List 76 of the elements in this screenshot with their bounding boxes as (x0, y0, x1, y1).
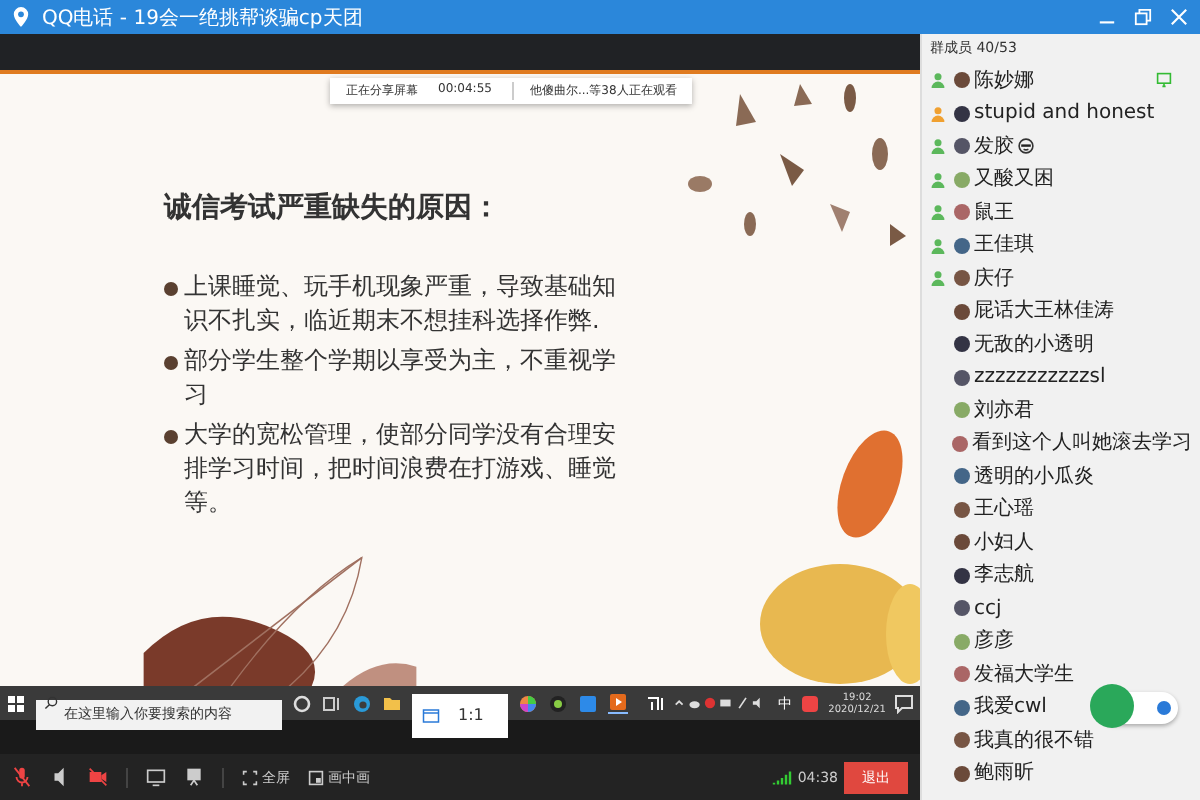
bullet-text: 部分学生整个学期以享受为主，不重视学习 (184, 344, 618, 412)
windows-start-icon[interactable] (6, 693, 26, 713)
member-item[interactable]: 看到这个人叫她滚去学习 (922, 427, 1200, 460)
member-name: 鼠王 (974, 201, 1014, 224)
play-app-icon[interactable] (608, 692, 628, 714)
close-icon[interactable] (1170, 8, 1188, 26)
color-wheel-icon[interactable] (518, 693, 538, 713)
member-item[interactable]: 彦彦 (922, 625, 1200, 658)
window-icon (422, 707, 440, 723)
member-name: 王佳琪 (974, 234, 1034, 257)
member-name: 看到这个人叫她滚去学习 (972, 432, 1192, 455)
member-name: 又酸又困 (974, 168, 1054, 191)
member-item[interactable]: zzzzzzzzzzzsl (922, 361, 1200, 394)
slide-title: 诚信考试严重缺失的原因： (164, 190, 502, 226)
member-item[interactable]: 李志航 (922, 559, 1200, 592)
member-item[interactable]: 屁话大王林佳涛 (922, 295, 1200, 328)
member-name: 李志航 (974, 564, 1034, 587)
member-name: 透明的小瓜炎 (974, 465, 1094, 488)
circle-icon[interactable] (292, 693, 312, 713)
member-name: 陈妙娜 (974, 69, 1034, 92)
camera-off-icon[interactable] (88, 766, 108, 788)
member-name: 发福大学生 (974, 663, 1074, 686)
member-item[interactable]: 刘亦君 (922, 394, 1200, 427)
member-name: 彦彦 (974, 630, 1014, 653)
member-item[interactable]: 我真的很不错 (922, 724, 1200, 757)
member-name: zzzzzzzzzzzsl (974, 366, 1106, 389)
bullet-text: 大学的宽松管理，使部分同学没有合理安排学习时间，把时间浪费在打游戏、睡觉等。 (184, 418, 618, 520)
muted-microphone-icon[interactable] (12, 766, 32, 788)
member-item[interactable]: 透明的小瓜炎 (922, 460, 1200, 493)
member-item[interactable]: 又酸又困 (922, 163, 1200, 196)
whiteboard-icon[interactable] (184, 766, 204, 788)
browser-icon[interactable] (352, 693, 372, 713)
member-name: 鲍雨昕 (974, 762, 1034, 785)
search-icon (44, 696, 58, 710)
notification-icon[interactable] (894, 693, 914, 713)
member-name: 庆仔 (974, 267, 1014, 290)
speaker-icon[interactable] (50, 766, 70, 788)
task-view-icon[interactable] (322, 693, 342, 713)
member-item[interactable]: stupid and honest (922, 97, 1200, 130)
member-name: 发胶 (974, 135, 1014, 158)
zoom-ratio: 1:1 (458, 706, 484, 724)
folder-icon[interactable] (382, 693, 402, 713)
member-name: stupid and honest (974, 102, 1155, 125)
member-item[interactable]: 庆仔 (922, 262, 1200, 295)
member-name: 屁话大王林佳涛 (974, 300, 1114, 323)
member-name: 刘亦君 (974, 399, 1034, 422)
member-name: 无敌的小透明 (974, 333, 1094, 356)
member-name: 王心瑶 (974, 498, 1034, 521)
bullet-dot (164, 356, 178, 370)
member-item[interactable]: ccj (922, 592, 1200, 625)
signal-strength-icon (771, 769, 792, 785)
mi-logo-icon[interactable] (646, 693, 667, 713)
member-name: 我真的很不错 (974, 729, 1094, 752)
restore-icon[interactable] (1134, 8, 1152, 26)
bullet-text: 上课睡觉、玩手机现象严重，导致基础知识不扎实，临近期末不想挂科选择作弊. (184, 270, 618, 338)
aspect-popup[interactable]: 1:1 (412, 693, 508, 737)
bullet-dot (164, 430, 178, 444)
window-title: QQ电话 - 19会一绝挑帮谈骗cp天团 (42, 5, 363, 31)
member-item[interactable]: 发福大学生 (922, 658, 1200, 691)
member-name: 我爱cwl (974, 696, 1047, 719)
member-item[interactable]: 鲍雨昕 (922, 757, 1200, 790)
screen-share-icon[interactable] (146, 766, 166, 788)
member-item[interactable]: 王心瑶 (922, 493, 1200, 526)
fullscreen-icon (242, 769, 258, 785)
member-name: 小妇人 (974, 531, 1034, 554)
member-item[interactable]: 陈妙娜 (922, 64, 1200, 97)
member-item[interactable]: 无敌的小透明 (922, 328, 1200, 361)
member-item[interactable]: 小妇人 (922, 526, 1200, 559)
member-name: ccj (974, 597, 1002, 620)
picture-in-picture-icon (308, 769, 324, 785)
member-item[interactable]: 王佳琪 (922, 229, 1200, 262)
bullet-dot (164, 282, 178, 296)
location-pin-icon (12, 6, 30, 28)
member-item[interactable]: 发胶 (922, 130, 1200, 163)
member-item[interactable]: 我爱cwl (922, 691, 1200, 724)
member-item[interactable]: 鼠王 (922, 196, 1200, 229)
